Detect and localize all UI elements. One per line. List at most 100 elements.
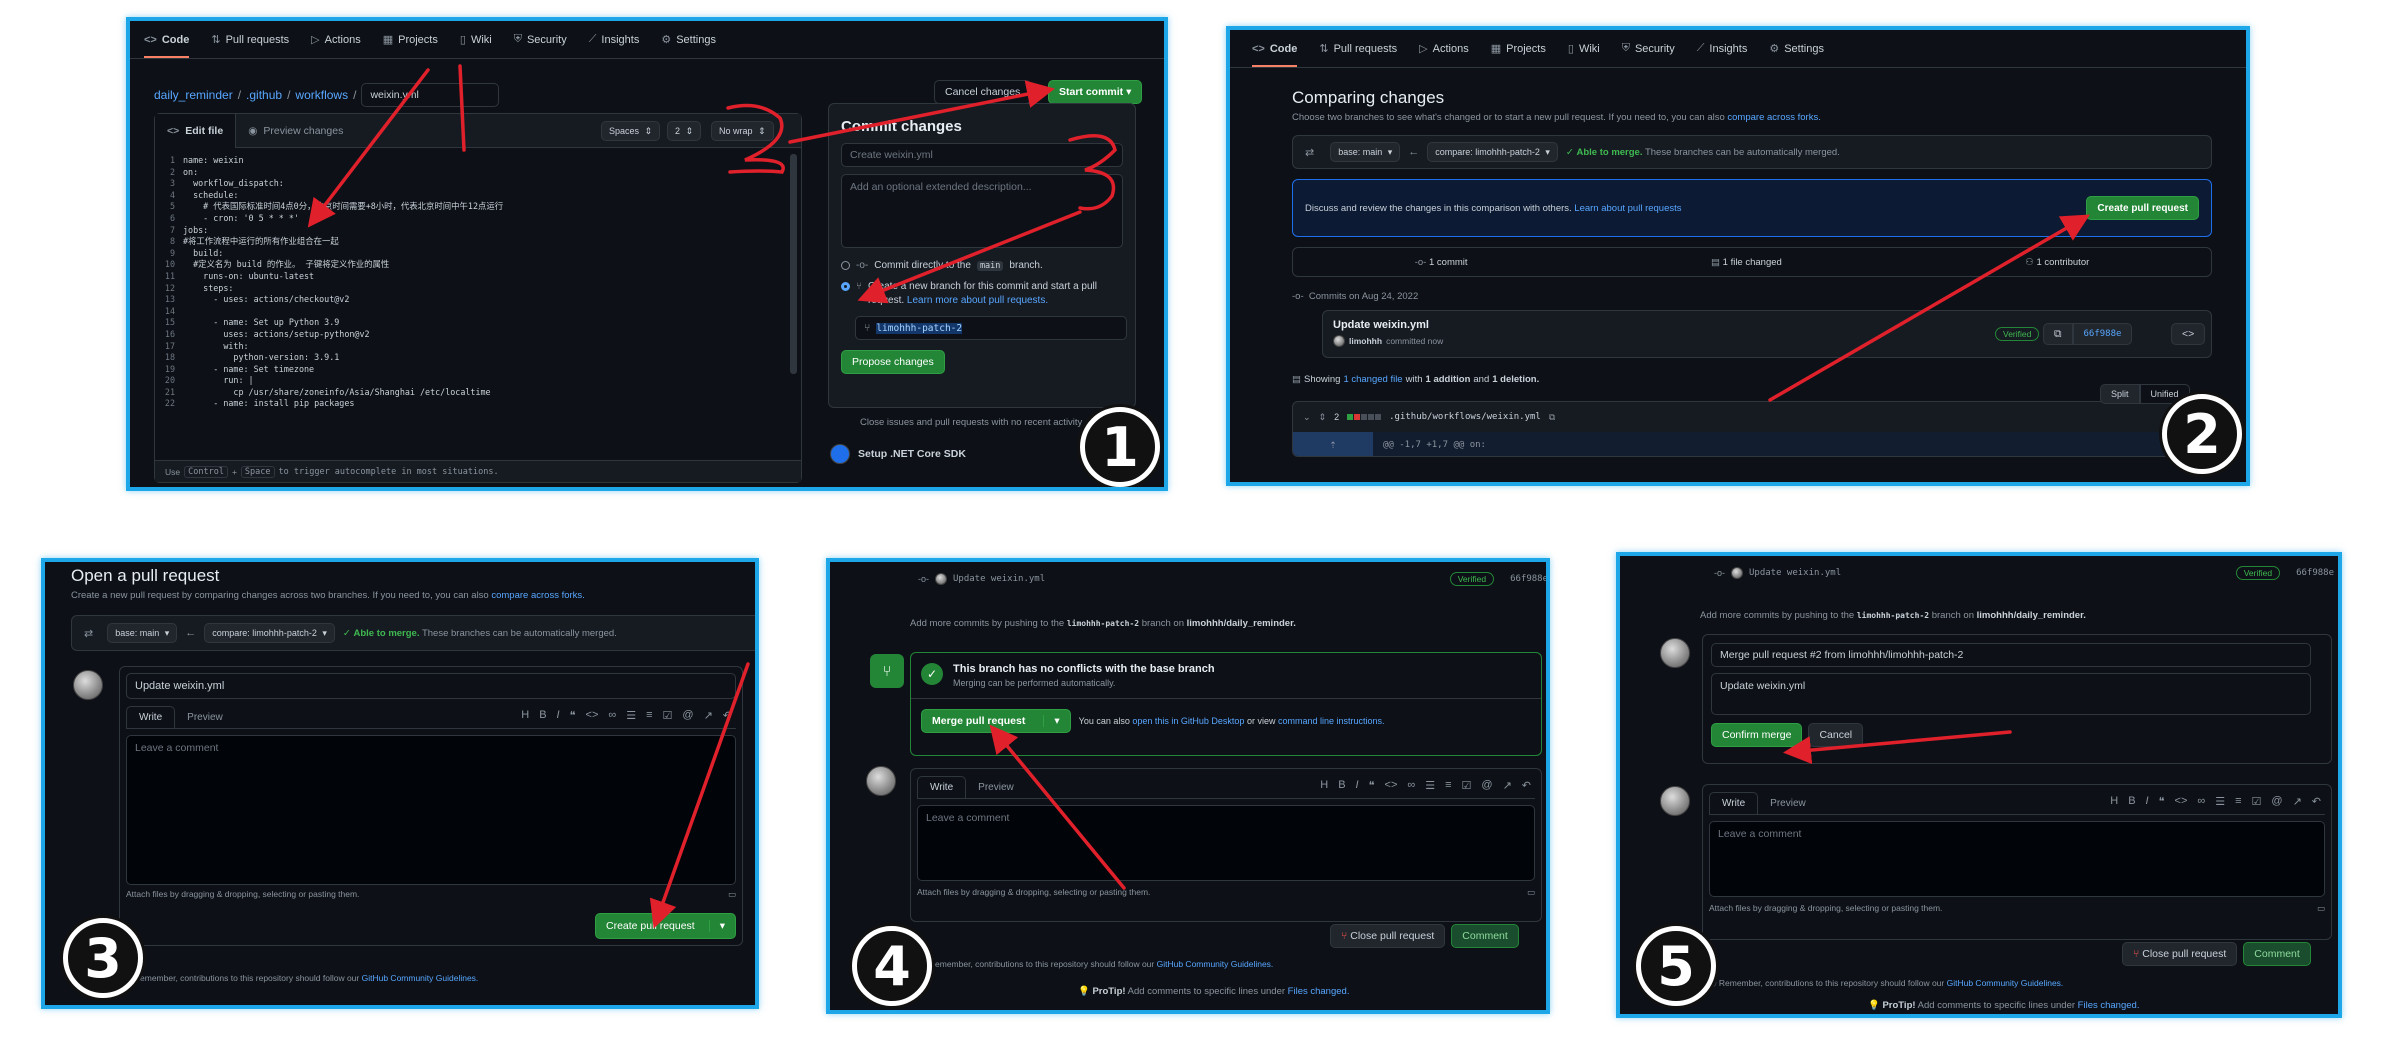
merge-pull-request-button[interactable]: Merge pull request ▾	[921, 709, 1071, 733]
code-icon[interactable]: <>	[2175, 795, 2188, 808]
sidebar-item-title[interactable]: Setup .NET Core SDK	[830, 443, 1090, 464]
indent-mode-select[interactable]: Spaces ⇕	[601, 121, 661, 141]
file-count[interactable]: ▤ 1 file changed	[1711, 257, 1782, 268]
wrap-mode-select[interactable]: No wrap ⇕	[711, 121, 774, 141]
tab-wiki[interactable]: ▯ Wiki	[1568, 42, 1600, 56]
tab-preview[interactable]: Preview	[1758, 793, 1818, 814]
commit-sha[interactable]: 66f988e	[1510, 574, 1546, 584]
code-line[interactable]: 21 cp /usr/share/zoneinfo/Asia/Shanghai …	[155, 387, 801, 399]
tasklist-icon[interactable]: ☑	[2252, 795, 2262, 808]
code-line[interactable]: 12 steps:	[155, 283, 801, 295]
create-pull-request-button[interactable]: Create pull request	[2086, 196, 2199, 220]
tab-preview[interactable]: Preview	[175, 707, 235, 728]
tab-settings[interactable]: ⚙ Settings	[1769, 42, 1824, 56]
split-button[interactable]: Split	[2100, 384, 2140, 404]
reference-icon[interactable]: ↗	[704, 709, 713, 722]
guidelines-link[interactable]: GitHub Community Guidelines.	[1947, 978, 2064, 988]
code-line[interactable]: 4 schedule:	[155, 190, 801, 202]
editor-scrollbar[interactable]	[790, 154, 797, 374]
bold-icon[interactable]: B	[2128, 795, 2135, 808]
code-line[interactable]: 17 with:	[155, 341, 801, 353]
code-icon[interactable]: <>	[586, 709, 599, 722]
mention-icon[interactable]: @	[1481, 779, 1492, 792]
tab-edit-file[interactable]: <> Edit file	[155, 113, 237, 148]
compare-branch-select[interactable]: compare: limohhh-patch-2 ▾	[204, 623, 335, 643]
verified-badge[interactable]: Verified	[2235, 566, 2281, 580]
tab-preview-changes[interactable]: ◉ Preview changes	[236, 125, 355, 137]
compare-forks-link[interactable]: compare across forks.	[491, 590, 584, 601]
compare-branch-select[interactable]: compare: limohhh-patch-2 ▾	[1427, 142, 1558, 162]
cancel-merge-button[interactable]: Cancel	[1808, 723, 1864, 747]
close-pull-request-button[interactable]: ⑂ Close pull request	[2122, 942, 2238, 966]
italic-icon[interactable]: I	[557, 709, 560, 722]
commit-sha[interactable]: 66f988e	[2072, 323, 2133, 345]
tab-write[interactable]: Write	[126, 706, 176, 728]
code-line[interactable]: 3 workflow_dispatch:	[155, 178, 801, 190]
italic-icon[interactable]: I	[2146, 795, 2149, 808]
commit-summary-input[interactable]: Create weixin.yml	[841, 143, 1123, 167]
code-line[interactable]: 10 #定义名为 build 的作业。 子键将定义作业的属性	[155, 259, 801, 271]
comment-textarea[interactable]: Leave a comment	[126, 735, 736, 885]
changed-files-link[interactable]: 1 changed file	[1343, 374, 1402, 385]
tab-security[interactable]: ⛨ Security	[514, 33, 567, 46]
tab-pull-requests[interactable]: ⇅ Pull requests	[211, 33, 289, 47]
tab-actions[interactable]: ▷ Actions	[311, 33, 361, 47]
expand-up-icon[interactable]: ⇡	[1293, 432, 1373, 456]
file-path[interactable]: .github/workflows/weixin.yml	[1389, 412, 1541, 422]
close-pull-request-button[interactable]: ⑂ Close pull request	[1330, 924, 1446, 948]
italic-icon[interactable]: I	[1356, 779, 1359, 792]
indent-size-select[interactable]: 2 ⇕	[667, 121, 702, 141]
code-line[interactable]: 16 uses: actions/setup-python@v2	[155, 329, 801, 341]
tab-wiki[interactable]: ▯ Wiki	[460, 33, 492, 47]
propose-changes-button[interactable]: Propose changes	[841, 350, 945, 374]
tab-write[interactable]: Write	[1709, 792, 1759, 814]
code-line[interactable]: 5 # 代表国际标准时间4点0分，北京时间需要+8小时，代表北京时间中午12点运…	[155, 201, 801, 213]
tab-projects[interactable]: ▦ Projects	[1491, 42, 1546, 56]
learn-pr-link[interactable]: Learn about pull requests	[1574, 203, 1681, 214]
code-line[interactable]: 14	[155, 306, 801, 318]
learn-more-link[interactable]: Learn more about pull requests.	[907, 295, 1048, 306]
tab-settings[interactable]: ⚙ Settings	[661, 33, 716, 47]
create-pull-request-button[interactable]: Create pull request ▾	[595, 913, 736, 939]
heading-icon[interactable]: H	[1320, 779, 1328, 792]
tab-insights[interactable]: ⟋ Insights	[589, 33, 640, 46]
commit-count[interactable]: -o- 1 commit	[1415, 257, 1468, 268]
attach-hint[interactable]: Attach files by dragging & dropping, sel…	[917, 887, 1535, 898]
quote-icon[interactable]: ❝	[1369, 779, 1375, 792]
attach-hint[interactable]: Attach files by dragging & dropping, sel…	[1709, 903, 2325, 914]
code-line[interactable]: 7 jobs:	[155, 225, 801, 237]
tab-code[interactable]: <> Code	[1252, 31, 1298, 67]
base-branch-select[interactable]: base: main ▾	[107, 623, 178, 643]
list-icon[interactable]: ☰	[626, 709, 636, 722]
guidelines-link[interactable]: GitHub Community Guidelines.	[362, 973, 479, 983]
list-icon[interactable]: ☰	[2215, 795, 2225, 808]
bold-icon[interactable]: B	[1338, 779, 1345, 792]
code-line[interactable]: 18 python-version: 3.9.1	[155, 352, 801, 364]
code-area[interactable]: 1 name: weixin 2 on: 3 workflow_dispatch: 4 s…	[155, 148, 801, 410]
heading-icon[interactable]: H	[521, 709, 529, 722]
browse-code-icon[interactable]: <>	[2171, 323, 2206, 345]
verified-badge[interactable]: Verified	[1449, 572, 1495, 586]
comment-textarea[interactable]: Leave a comment	[917, 805, 1535, 881]
radio-direct[interactable]	[841, 261, 850, 270]
expand-icon[interactable]: ⇕	[1319, 412, 1327, 423]
comment-button[interactable]: Comment	[2243, 942, 2311, 966]
code-line[interactable]: 13 - uses: actions/checkout@v2	[155, 294, 801, 306]
start-commit-button[interactable]: Start commit ▾	[1048, 80, 1143, 104]
quote-icon[interactable]: ❝	[570, 709, 576, 722]
copy-sha-icon[interactable]: ⧉	[2043, 323, 2073, 345]
pr-title-input[interactable]: Update weixin.yml	[126, 673, 736, 699]
code-line[interactable]: 22 - name: install pip packages	[155, 398, 801, 410]
undo-icon[interactable]: ↶	[723, 709, 732, 722]
tab-actions[interactable]: ▷ Actions	[1419, 42, 1469, 56]
comment-textarea[interactable]: Leave a comment	[1709, 821, 2325, 897]
radio-new-branch[interactable]	[841, 282, 850, 291]
tasklist-icon[interactable]: ☑	[1462, 779, 1472, 792]
cancel-changes-button[interactable]: Cancel changes	[934, 80, 1032, 104]
mention-icon[interactable]: @	[682, 709, 693, 722]
tab-code[interactable]: <> Code	[144, 22, 190, 58]
code-line[interactable]: 15 - name: Set up Python 3.9	[155, 317, 801, 329]
link-icon[interactable]: ∞	[1407, 779, 1415, 792]
heading-icon[interactable]: H	[2110, 795, 2118, 808]
files-changed-link[interactable]: Files changed.	[1288, 986, 1350, 997]
